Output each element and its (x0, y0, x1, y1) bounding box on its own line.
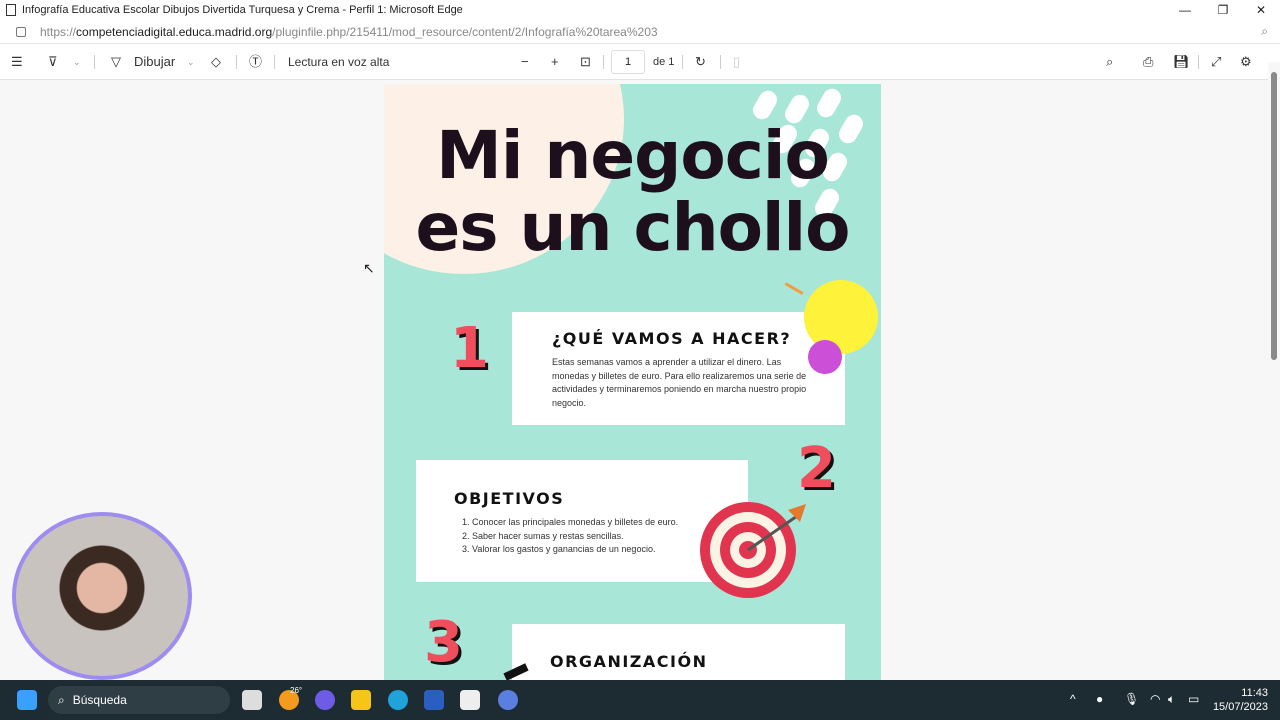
list-item: Conocer las principales monedas y billet… (472, 516, 734, 530)
scrollbar[interactable] (1268, 62, 1280, 680)
page-number-input[interactable]: 1 (611, 50, 645, 74)
chevron-up-icon[interactable]: ^ (1070, 692, 1076, 706)
scrollbar-thumb[interactable] (1271, 72, 1277, 360)
clock[interactable]: 11:43 15/07/2023 (1213, 686, 1268, 714)
contents-icon[interactable]: ☰ (11, 54, 23, 70)
section-card-que-vamos: ¿QUÉ VAMOS A HACER? Estas semanas vamos … (512, 312, 845, 425)
battery-icon[interactable]: ▭ (1188, 692, 1199, 706)
section-number: 1 (450, 316, 489, 381)
section-card-organizacion: ORGANIZACIÓN (512, 624, 845, 680)
file-explorer-icon[interactable] (351, 690, 371, 710)
app-icon[interactable] (498, 690, 518, 710)
read-aloud-button[interactable]: Lectura en voz alta (288, 54, 389, 70)
doc-title-line1: Mi negocio (436, 117, 830, 194)
settings-icon[interactable]: ⚙ (1240, 54, 1252, 70)
section-text: Estas semanas vamos a aprender a utiliza… (552, 357, 807, 408)
zoom-out-button[interactable]: − (521, 54, 529, 70)
word-icon[interactable] (424, 690, 444, 710)
page-view-icon[interactable]: ▯ (733, 54, 740, 70)
minimize-button[interactable]: — (1166, 0, 1204, 20)
draw-button[interactable]: Dibujar (134, 54, 175, 70)
url-domain: competenciadigital.educa.madrid.org (76, 24, 273, 39)
edge-icon[interactable] (388, 690, 408, 710)
objectives-list: Conocer las principales monedas y billet… (454, 516, 734, 557)
list-item: Valorar los gastos y ganancias de un neg… (472, 543, 734, 557)
lock-icon (16, 26, 26, 37)
doc-title-line2: es un chollo (415, 189, 850, 266)
window-title: Infografía Educativa Escolar Dibujos Div… (22, 4, 463, 16)
wifi-icon[interactable]: ◠ (1150, 692, 1160, 706)
section-number: 3 (424, 610, 463, 675)
search-label: Búsqueda (72, 693, 127, 707)
highlight-icon[interactable]: ⊽ (48, 54, 58, 70)
fit-width-icon[interactable]: ⊡ (580, 54, 591, 70)
save-icon[interactable]: 💾︎ (1173, 54, 1190, 70)
address-bar[interactable]: https://competenciadigital.educa.madrid.… (0, 20, 1280, 44)
draw-icon[interactable]: ▽ (111, 54, 121, 70)
section-heading: ORGANIZACIÓN (550, 652, 708, 671)
security-icon[interactable]: ● (1096, 692, 1103, 706)
url-path: /pluginfile.php/215411/mod_resource/cont… (272, 24, 658, 39)
pdf-viewport: Mi negocio es un chollo 1 ¿QUÉ VAMOS A H… (0, 80, 1268, 680)
close-button[interactable]: ✕ (1242, 0, 1280, 20)
target-icon (700, 502, 806, 598)
mouse-cursor: ↖ (363, 260, 375, 276)
webcam-overlay (12, 512, 192, 680)
task-view-icon[interactable] (242, 690, 262, 710)
section-number: 2 (797, 436, 836, 501)
section-heading: OBJETIVOS (454, 489, 565, 508)
document-icon (6, 4, 16, 16)
chevron-down-icon[interactable]: ⌄ (73, 54, 81, 70)
zoom-in-button[interactable]: + (551, 54, 559, 70)
text-icon[interactable]: Ⓣ (249, 54, 262, 70)
section-card-objetivos: OBJETIVOS Conocer las principales moneda… (416, 460, 748, 582)
windows-start-icon[interactable] (17, 690, 37, 710)
page-count: de 1 (653, 56, 675, 68)
teams-icon[interactable] (315, 690, 335, 710)
snipping-tool-icon[interactable] (460, 690, 480, 710)
volume-icon[interactable]: 🔈︎ (1168, 692, 1175, 707)
list-item: Saber hacer sumas y restas sencillas. (472, 530, 734, 544)
print-icon[interactable]: ⎙ (1143, 54, 1153, 70)
taskbar-search[interactable]: ⌕ Búsqueda (48, 686, 230, 714)
eraser-icon[interactable]: ◇ (211, 54, 221, 70)
fullscreen-icon[interactable]: ⤢ (1211, 54, 1221, 70)
microphone-icon[interactable]: 🎙︎ (1124, 692, 1139, 706)
search-icon[interactable]: ⌕ (1106, 54, 1113, 70)
search-icon: ⌕ (58, 692, 65, 707)
url-scheme: https:// (40, 24, 77, 39)
search-icon[interactable]: ⌕ (1261, 24, 1268, 39)
section-heading: ¿QUÉ VAMOS A HACER? (552, 329, 792, 348)
taskbar: ⌕ Búsqueda 26° ^ ● 🎙︎ ◠ 🔈︎ ▭ 11:43 15/07/2… (0, 680, 1280, 720)
title-bar: Infografía Educativa Escolar Dibujos Div… (0, 0, 1280, 20)
chevron-down-icon[interactable]: ⌄ (187, 54, 195, 70)
restore-button[interactable]: ❐ (1204, 0, 1242, 20)
weather-temp: 26° (290, 686, 303, 695)
date: 15/07/2023 (1212, 701, 1268, 713)
pdf-toolbar: ☰ ⊽ ⌄ ▽ Dibujar ⌄ ◇ Ⓣ Lectura en voz alt… (0, 44, 1280, 80)
time: 11:43 (1241, 687, 1268, 699)
rotate-icon[interactable]: ↻ (695, 54, 706, 70)
pdf-page: Mi negocio es un chollo 1 ¿QUÉ VAMOS A H… (384, 84, 881, 680)
